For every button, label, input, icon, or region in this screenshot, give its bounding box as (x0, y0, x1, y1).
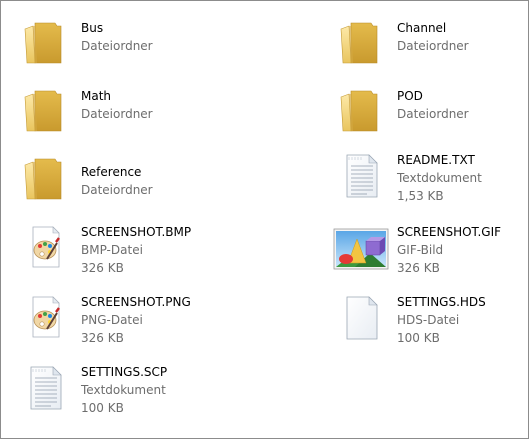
file-type: Dateiordner (397, 39, 469, 53)
file-size: 326 KB (81, 331, 124, 345)
blank-file-icon (337, 293, 385, 341)
file-type: Dateiordner (397, 107, 469, 121)
folder-icon (337, 87, 385, 135)
file-name: POD (397, 89, 423, 103)
file-item-screenshot-gif[interactable]: SCREENSHOT.GIF GIF-Bild 326 KB (337, 223, 528, 283)
file-name: SCREENSHOT.GIF (397, 225, 502, 239)
file-name: Reference (81, 165, 142, 179)
file-type: GIF-Bild (397, 243, 444, 257)
paint-image-icon (21, 293, 69, 341)
file-item-channel[interactable]: Channel Dateiordner (337, 19, 528, 79)
file-item-screenshot-bmp[interactable]: SCREENSHOT.BMP BMP-Datei 326 KB (21, 223, 261, 283)
file-list-view: Bus Dateiordner Channel Dateiordner Math… (0, 0, 529, 439)
file-type: Textdokument (81, 383, 166, 397)
file-name: Math (81, 89, 112, 103)
file-name: README.TXT (397, 153, 475, 167)
file-size: 100 KB (81, 401, 124, 415)
paint-image-icon (21, 223, 69, 271)
folder-icon (21, 19, 69, 67)
file-name: Bus (81, 21, 104, 35)
folder-icon (21, 155, 69, 203)
file-size: 326 KB (81, 261, 124, 275)
file-name: SETTINGS.HDS (397, 295, 486, 309)
file-type: Dateiordner (81, 107, 153, 121)
file-item-readme-txt[interactable]: README.TXT Textdokument 1,53 KB (337, 151, 528, 211)
file-type: Dateiordner (81, 183, 153, 197)
file-size: 326 KB (397, 261, 440, 275)
file-item-pod[interactable]: POD Dateiordner (337, 87, 528, 147)
file-type: Dateiordner (81, 39, 153, 53)
file-size: 1,53 KB (397, 189, 444, 203)
file-item-settings-hds[interactable]: SETTINGS.HDS HDS-Datei 100 KB (337, 293, 528, 353)
folder-icon (21, 87, 69, 135)
file-item-math[interactable]: Math Dateiordner (21, 87, 261, 147)
file-type: BMP-Datei (81, 243, 143, 257)
picture-thumbnail-icon (333, 227, 389, 271)
text-document-icon (21, 363, 69, 411)
folder-icon (337, 19, 385, 67)
file-size: 100 KB (397, 331, 440, 345)
file-name: Channel (397, 21, 447, 35)
text-document-icon (337, 151, 385, 199)
file-item-reference[interactable]: Reference Dateiordner (21, 155, 261, 215)
file-name: SETTINGS.SCP (81, 365, 168, 379)
file-type: Textdokument (397, 171, 482, 185)
file-type: HDS-Datei (397, 313, 460, 327)
file-type: PNG-Datei (81, 313, 143, 327)
file-name: SCREENSHOT.BMP (81, 225, 192, 239)
file-item-screenshot-png[interactable]: SCREENSHOT.PNG PNG-Datei 326 KB (21, 293, 261, 353)
file-name: SCREENSHOT.PNG (81, 295, 191, 309)
file-item-settings-scp[interactable]: SETTINGS.SCP Textdokument 100 KB (21, 363, 261, 423)
file-item-bus[interactable]: Bus Dateiordner (21, 19, 261, 79)
